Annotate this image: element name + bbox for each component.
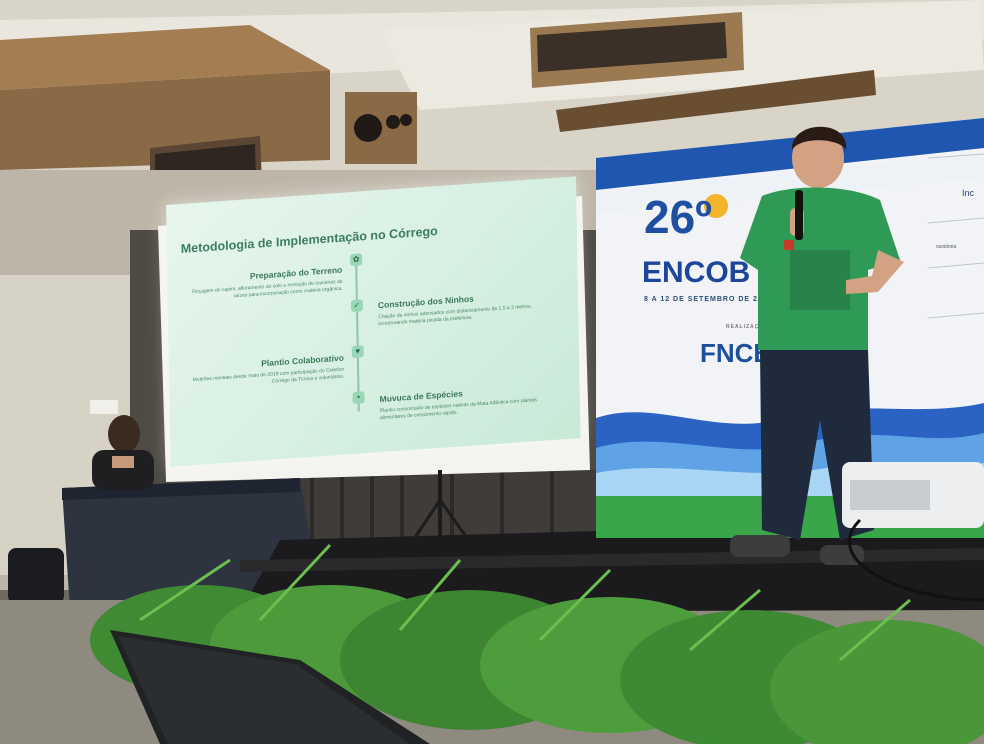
- foreground: [90, 126, 984, 744]
- conference-photo: 26º ENCOB 8 A 12 DE SETEMBRO DE 2 REALIZ…: [0, 0, 984, 744]
